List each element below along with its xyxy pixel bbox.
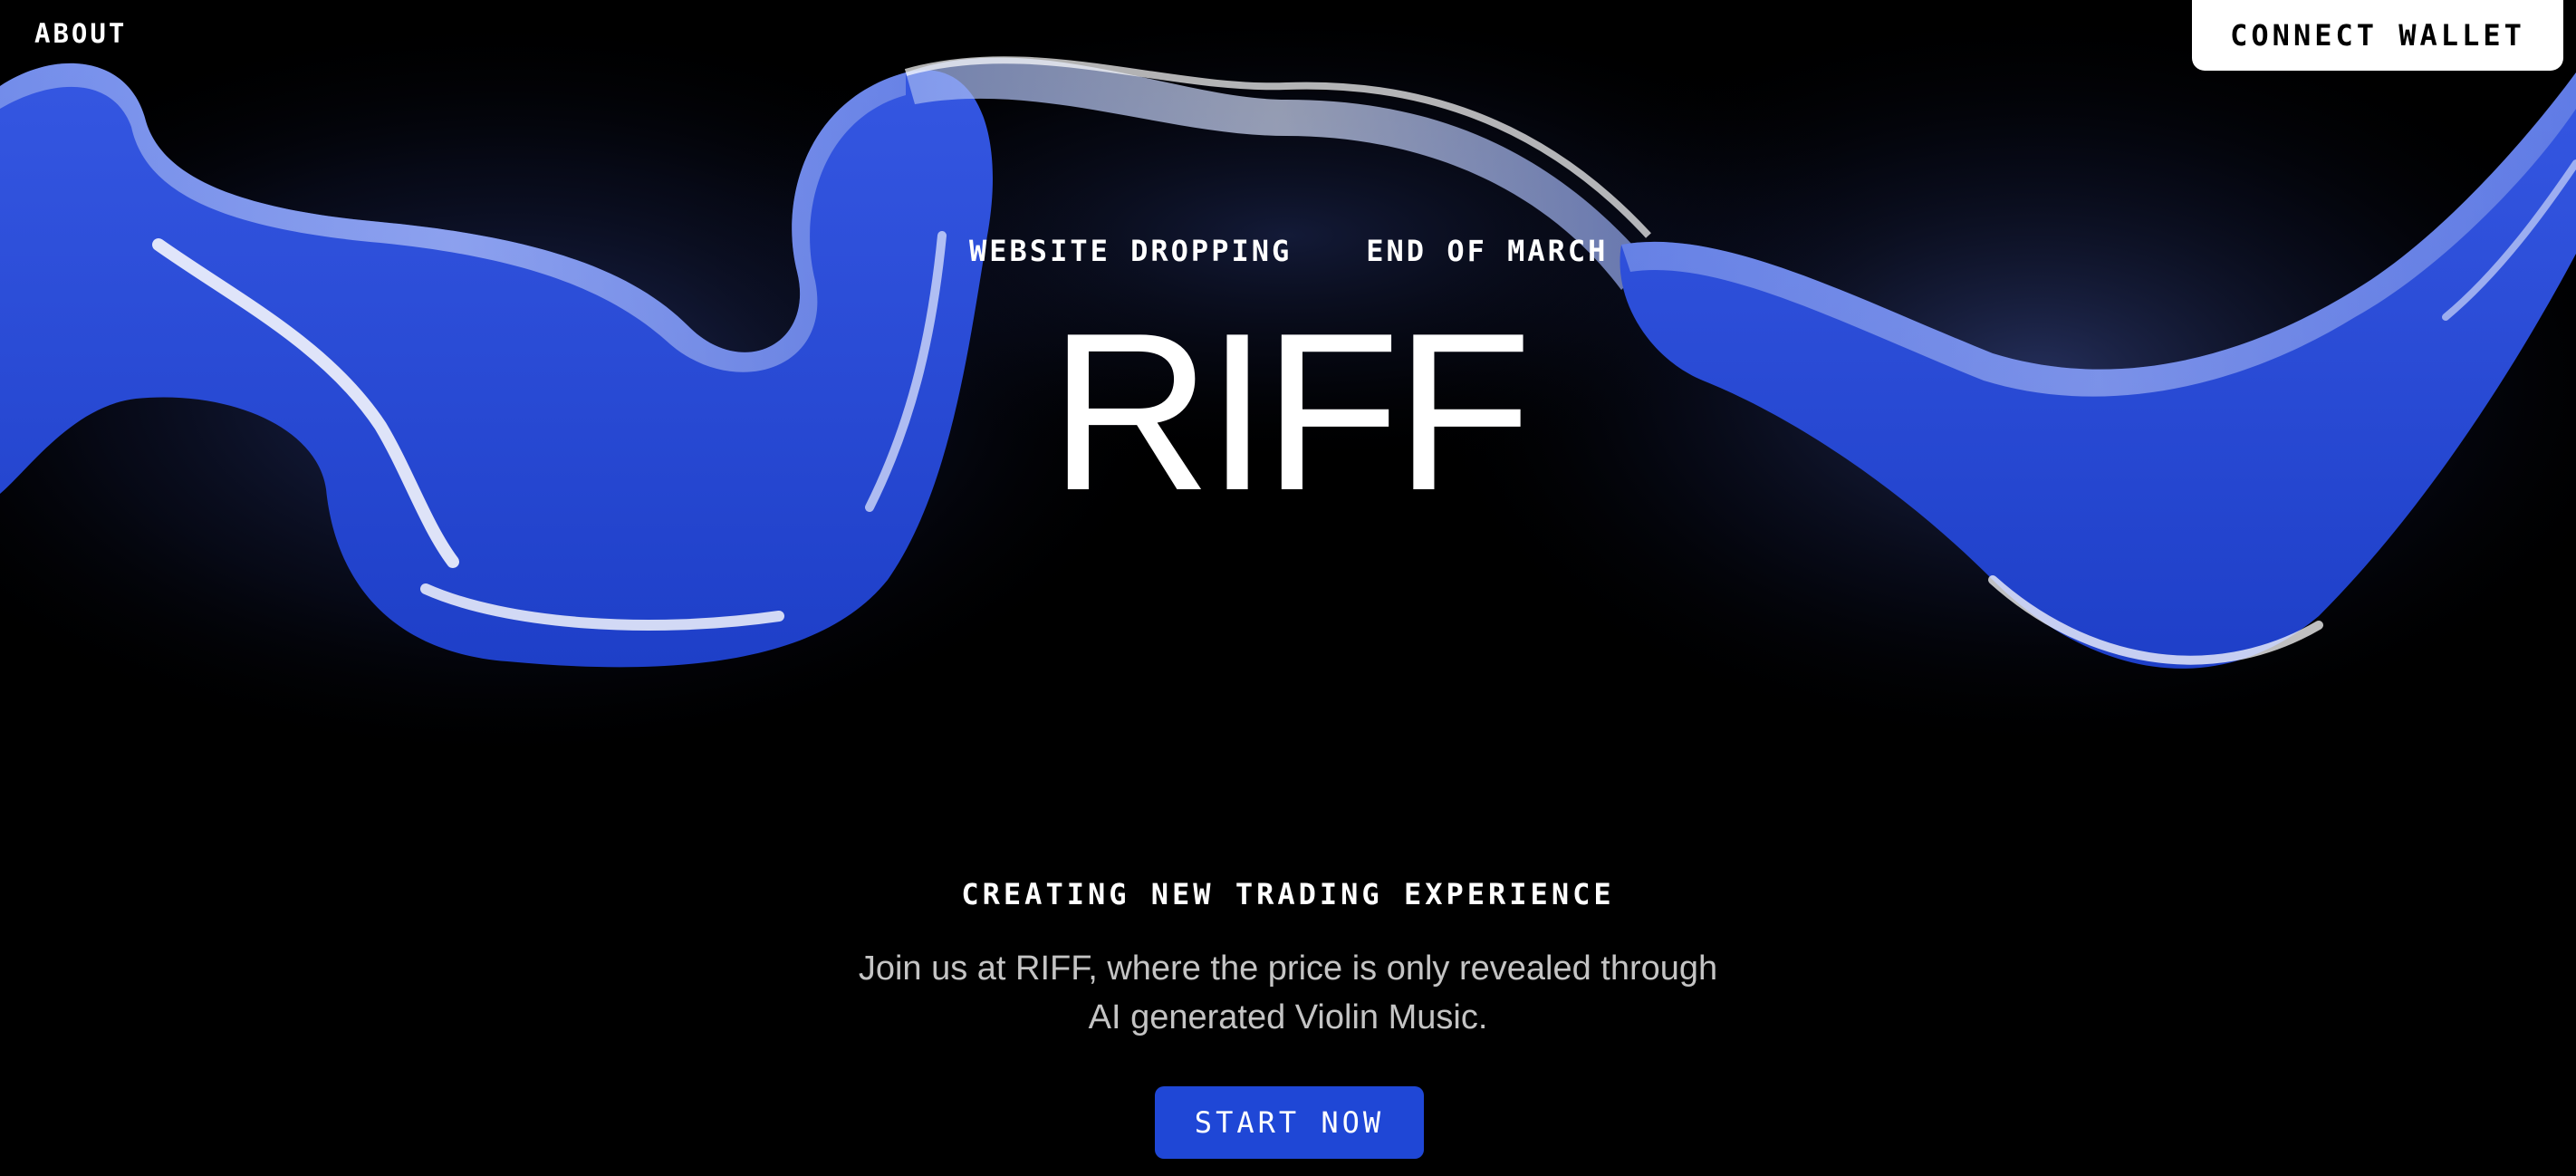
hero-description: Join us at RIFF, where the price is only… — [835, 944, 1741, 1042]
announcement-date: END OF MARCH — [1366, 234, 1609, 268]
start-now-button[interactable]: START NOW — [1155, 1086, 1424, 1159]
launch-announcement: WEBSITE DROPPING END OF MARCH — [969, 234, 1608, 268]
tagline: CREATING NEW TRADING EXPERIENCE — [961, 877, 1615, 911]
description-line-2: AI generated Violin Music. — [1088, 998, 1488, 1036]
landing-page: ABOUT CONNECT WALLET WEBSITE DROPPING EN… — [0, 0, 2576, 1176]
about-link[interactable]: ABOUT — [34, 18, 127, 49]
connect-wallet-button[interactable]: CONNECT WALLET — [2192, 0, 2563, 71]
brand-title: RIFF — [1049, 285, 1533, 537]
description-line-1: Join us at RIFF, where the price is only… — [858, 949, 1718, 988]
announcement-label: WEBSITE DROPPING — [969, 234, 1293, 268]
